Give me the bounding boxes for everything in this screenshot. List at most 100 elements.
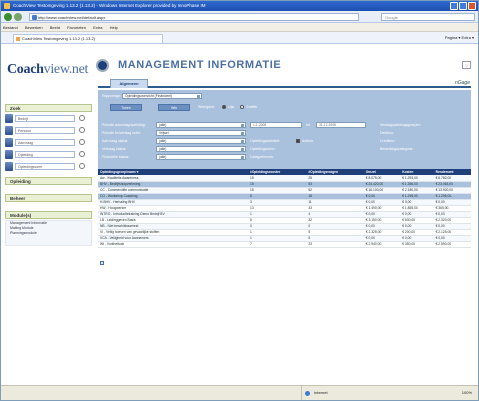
table-body: Aw - Kwaliteits Awareness 15 25 € 8.075,00 €… bbox=[98, 175, 471, 248]
status-bar: Internet 100% bbox=[1, 385, 478, 400]
company-icon bbox=[5, 114, 13, 123]
search-opleiding-input[interactable]: Opleiding bbox=[15, 151, 75, 158]
globe-icon bbox=[305, 391, 310, 396]
periode-aanvraag-select[interactable]: (alle) bbox=[156, 122, 246, 128]
menu-bewerken[interactable]: Bewerken bbox=[25, 25, 43, 30]
tot-label: tot bbox=[306, 123, 310, 127]
filter-label-aanvraag-status: Aanvraag status: bbox=[102, 139, 129, 143]
weergave-label: Weergave: bbox=[198, 105, 215, 109]
search-bedrijf-input[interactable]: Bedrijf bbox=[15, 115, 75, 122]
tab-favicon bbox=[16, 37, 20, 41]
debiteur-label: Debiteur: bbox=[380, 131, 395, 135]
table-cell: € 2.940,00 bbox=[363, 241, 401, 248]
add-row-icon[interactable] bbox=[100, 261, 104, 265]
window-title: CoachView Testomgeving 1.13.2 (1.13.2) -… bbox=[13, 3, 206, 8]
menu-bestand[interactable]: Bestand bbox=[3, 25, 18, 30]
search-opleidingsvorm-input[interactable]: Opleidingsvorm bbox=[15, 163, 75, 170]
browser-tab[interactable]: CoachView Testomgeving 1.13.2 (1.13.2) bbox=[13, 34, 163, 43]
search-persoon-input[interactable]: Persoon bbox=[15, 127, 75, 134]
ie-icon bbox=[4, 3, 10, 9]
filter-label-periode-aanvraag: Periode aanvraag/opleiding: bbox=[102, 123, 146, 127]
financiele-status-select[interactable]: (alle) bbox=[156, 154, 246, 160]
title-bar: CoachView Testomgeving 1.13.2 (1.13.2) -… bbox=[1, 1, 478, 11]
search-icon[interactable] bbox=[79, 127, 85, 133]
table-cell: 7 bbox=[248, 241, 307, 248]
search-input[interactable]: Google bbox=[381, 13, 475, 21]
bewerkingscategorie-label: Bewerkingscategorie: bbox=[380, 147, 414, 151]
training-icon bbox=[5, 150, 13, 159]
sidebar-opleiding-header[interactable]: Opleiding bbox=[5, 177, 92, 185]
menu-favorieten[interactable]: Favorieten bbox=[67, 25, 86, 30]
help-button[interactable]: ? bbox=[462, 61, 471, 69]
minimize-button[interactable] bbox=[450, 2, 458, 10]
maximize-button[interactable] bbox=[459, 2, 467, 10]
search-icon[interactable] bbox=[79, 115, 85, 121]
filter-label-financiele-status: Financiële status: bbox=[102, 155, 130, 159]
address-bar[interactable]: http://www.coachview.net/default.aspx bbox=[29, 13, 359, 21]
sidebar-search-aanvraag: Aanvraag bbox=[5, 137, 92, 148]
menu-bar: Bestand Bewerken Beeld Favorieten Extra … bbox=[1, 23, 478, 32]
verslagopleidingsgroepen-label: Verslagopleidingsgroepen: bbox=[380, 123, 422, 127]
menu-beeld[interactable]: Beeld bbox=[50, 25, 60, 30]
forward-icon[interactable] bbox=[14, 13, 22, 21]
back-icon[interactable] bbox=[4, 13, 12, 21]
request-icon bbox=[5, 138, 13, 147]
table-cell: 23 bbox=[306, 241, 364, 248]
module-item-planning[interactable]: Planningsmodule bbox=[6, 231, 91, 236]
table-cell: Wt - Vorkheftuck bbox=[98, 241, 248, 248]
address-text: http://www.coachview.net/default.aspx bbox=[38, 15, 106, 20]
periode-order-select[interactable]: Vrijwel bbox=[156, 130, 246, 136]
filter-label-verbaag-status: Verbaag status: bbox=[102, 147, 127, 151]
close-button[interactable] bbox=[468, 2, 476, 10]
sidebar-search-persoon: Persoon bbox=[5, 125, 92, 136]
sidebar-search-bedrijf: Bedrijf bbox=[5, 113, 92, 124]
crediteur-label: Crediteur: bbox=[380, 139, 396, 143]
search-icon[interactable] bbox=[79, 163, 85, 169]
results-table: Opleidingsgroep/naam ▾ #Opleidingsrooste… bbox=[98, 169, 471, 248]
wis-button[interactable]: Wis bbox=[158, 104, 190, 111]
person-icon bbox=[5, 126, 13, 135]
search-aanvraag-input[interactable]: Aanvraag bbox=[15, 139, 75, 146]
search-icon[interactable] bbox=[79, 139, 85, 145]
search-icon[interactable] bbox=[79, 151, 85, 157]
categorievorm-label: Categorievorm: bbox=[250, 155, 274, 159]
table-cell: € 2.590,00 bbox=[433, 241, 471, 248]
browser-window: CoachView Testomgeving 1.13.2 (1.13.2) -… bbox=[0, 0, 479, 401]
table-cell: € 350,00 bbox=[400, 241, 434, 248]
toolbar-right[interactable]: Pagina ▾ Extra ▾ bbox=[445, 34, 474, 42]
sidebar: Zoek Bedrijf Persoon Aanvraag Opleiding bbox=[5, 104, 92, 384]
sidebar-search-opleiding: Opleiding bbox=[5, 149, 92, 160]
training-form-icon bbox=[5, 162, 13, 171]
zoom-level[interactable]: 100% bbox=[462, 386, 472, 400]
lijst-radio[interactable] bbox=[222, 105, 226, 109]
security-zone: Internet bbox=[301, 386, 371, 400]
tot-date-input[interactable]: 31-12-2008 bbox=[316, 122, 366, 128]
tab-row: Algemeen bbox=[98, 79, 471, 88]
management-icon bbox=[96, 59, 109, 72]
tab-algemeen[interactable]: Algemeen bbox=[110, 79, 148, 88]
grafiek-radio[interactable] bbox=[240, 105, 244, 109]
page-content: Coachview.net nGage MANAGEMENT INFORMATI… bbox=[1, 44, 478, 384]
page-header: MANAGEMENT INFORMATIE ? bbox=[94, 59, 471, 73]
sidebar-beheer-header[interactable]: Beheer bbox=[5, 194, 92, 202]
van-date-input[interactable]: 1-1-2008 bbox=[250, 122, 302, 128]
verbaag-status-select[interactable]: (alle) bbox=[156, 146, 246, 152]
tonen-button[interactable]: Tonen bbox=[110, 104, 142, 111]
lijst-label: Lijst bbox=[228, 105, 235, 109]
menu-help[interactable]: Help bbox=[110, 25, 118, 30]
rapportage-select[interactable]: Opleidingsoverzicht (Financieel) bbox=[122, 93, 202, 99]
rapportage-label: Rapportage: bbox=[102, 94, 122, 98]
sidebar-search-opleidingsvorm: Opleidingsvorm bbox=[5, 161, 92, 172]
sidebar-modules-header[interactable]: Module(s) bbox=[5, 211, 92, 219]
page-icon bbox=[32, 15, 37, 20]
coachview-logo: Coachview.net bbox=[7, 62, 89, 77]
address-toolbar: http://www.coachview.net/default.aspx Go… bbox=[1, 11, 478, 23]
main-content: Algemeen Rapportage: Opleidingsoverzicht… bbox=[98, 79, 471, 344]
actieve-checkbox[interactable] bbox=[296, 139, 300, 143]
opleidingsvorm-label: Opleidingsvorm: bbox=[250, 147, 276, 151]
aanvraag-status-select[interactable]: (alle) bbox=[156, 138, 246, 144]
sidebar-zoek-header[interactable]: Zoek bbox=[5, 104, 92, 112]
menu-extra[interactable]: Extra bbox=[93, 25, 102, 30]
table-row[interactable]: Wt - Vorkheftuck 7 23 € 2.940,00 € 350,00 € 2… bbox=[98, 241, 471, 248]
filter-label-periode-order: Periode bv/verlaag order: bbox=[102, 131, 142, 135]
